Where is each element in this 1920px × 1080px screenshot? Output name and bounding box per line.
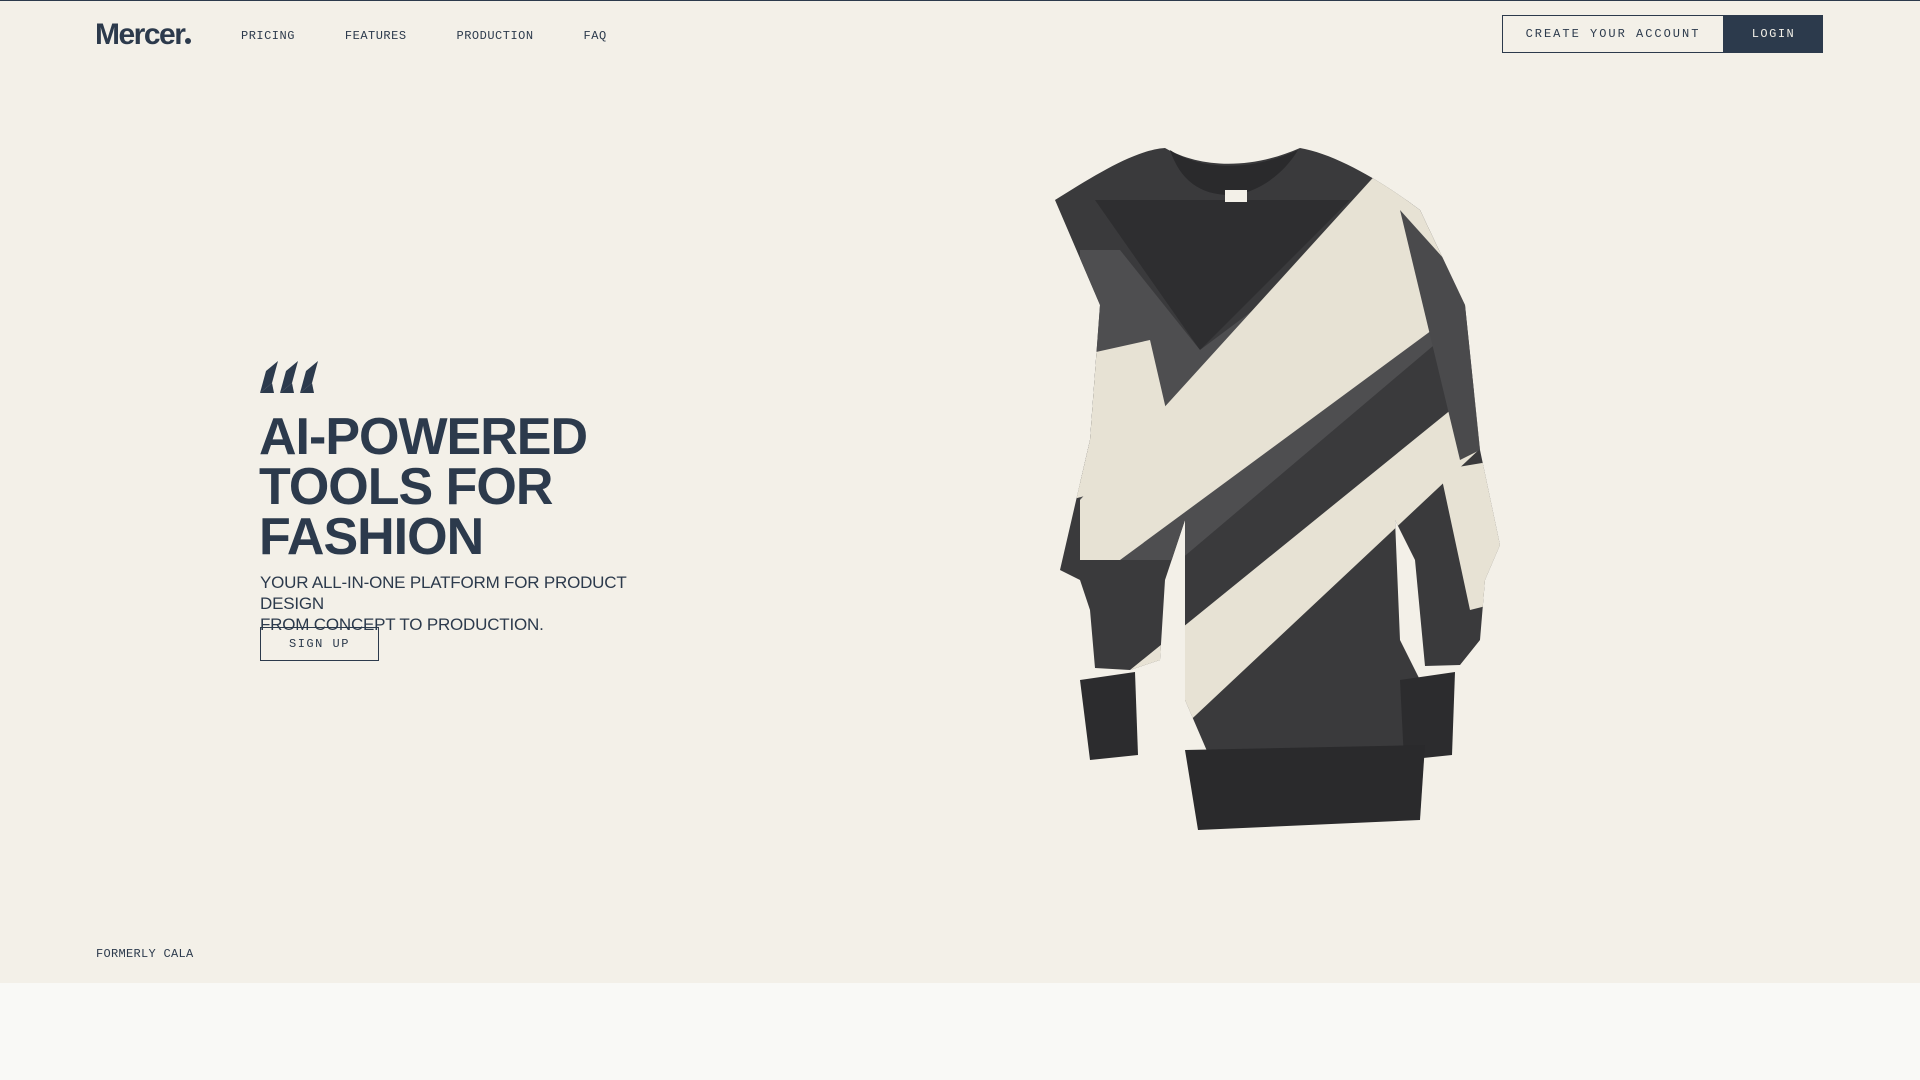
nav-link-faq[interactable]: FAQ bbox=[584, 29, 607, 43]
slanted-stripes-icon bbox=[260, 361, 318, 393]
nav-links: PRICING FEATURES PRODUCTION FAQ bbox=[241, 29, 657, 43]
lower-section bbox=[0, 983, 1920, 1080]
hero-title-line: FASHION bbox=[259, 508, 484, 566]
logo[interactable]: Mercer bbox=[95, 18, 192, 52]
sweater-image bbox=[1055, 148, 1500, 830]
nav-link-features[interactable]: FEATURES bbox=[345, 29, 407, 43]
logo-text: Mercer bbox=[95, 18, 186, 51]
hero-subtitle-line: YOUR ALL-IN-ONE PLATFORM FOR PRODUCT DES… bbox=[260, 573, 627, 613]
signup-button[interactable]: SIGN UP bbox=[260, 627, 379, 661]
login-button[interactable]: LOGIN bbox=[1724, 15, 1823, 53]
hero-subtitle: YOUR ALL-IN-ONE PLATFORM FOR PRODUCT DES… bbox=[260, 572, 690, 635]
create-account-button[interactable]: CREATE YOUR ACCOUNT bbox=[1502, 15, 1724, 53]
nav-link-production[interactable]: PRODUCTION bbox=[457, 29, 534, 43]
hero-title: AI-POWERED TOOLS FOR FASHION bbox=[259, 411, 719, 563]
logo-dot bbox=[185, 38, 192, 44]
formerly-note: FORMERLY CALA bbox=[96, 947, 194, 961]
top-nav: Mercer PRICING FEATURES PRODUCTION FAQ C… bbox=[0, 0, 1920, 70]
nav-link-pricing[interactable]: PRICING bbox=[241, 29, 295, 43]
